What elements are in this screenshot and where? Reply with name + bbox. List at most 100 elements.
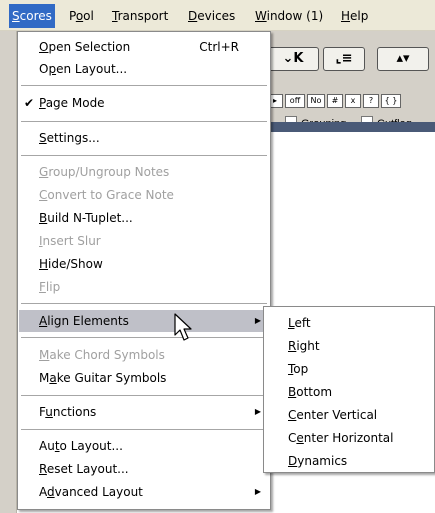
menu-pool-label-post: ol	[83, 9, 94, 23]
auto-layout-label-pre: Au	[39, 439, 55, 453]
dynamics-label-post: ynamics	[297, 454, 348, 468]
submenu-arrow-icon: ▶	[254, 316, 261, 325]
bottom-label-post: ottom	[296, 385, 333, 399]
open-layout-label-post: en Layout...	[56, 62, 128, 76]
menu-item-convert-to-grace-note[interactable]: Convert to Grace Note	[19, 184, 269, 206]
open-selection-label-post: pen Selection	[48, 40, 131, 54]
menu-window-label-mnemonic: W	[255, 9, 267, 23]
convert-grace-label-post: onvert to Grace Note	[47, 188, 174, 202]
functions-label-mnemonic: u	[45, 405, 53, 419]
advanced-layout-label-mnemonic: d	[47, 485, 55, 499]
menu-devices-label-post: evices	[197, 9, 236, 23]
menu-item-open-layout[interactable]: Open Layout...	[19, 58, 269, 80]
submenu-item-center-vertical[interactable]: Center Vertical	[288, 404, 377, 426]
submenu-arrow-icon: ▶	[254, 487, 261, 496]
menu-devices[interactable]: Devices	[188, 8, 235, 24]
menu-transport-label-post: ransport	[117, 9, 169, 23]
menu-scores-label-mnemonic: S	[12, 9, 20, 23]
reset-layout-label-post: eset Layout...	[46, 462, 129, 476]
tool-button-braces[interactable]: { }	[381, 94, 401, 108]
menu-help[interactable]: Help	[341, 8, 368, 24]
menu-item-reset-layout[interactable]: Reset Layout...	[19, 458, 269, 480]
menu-separator	[21, 85, 267, 86]
guitar-symbols-label-mnemonic: a	[49, 371, 57, 385]
center-vertical-label-post: enter Vertical	[296, 408, 378, 422]
submenu-item-dynamics[interactable]: Dynamics	[288, 450, 347, 472]
chord-symbols-label-post: ake Chord Symbols	[49, 348, 165, 362]
settings-label-mnemonic: S	[39, 131, 47, 145]
dynamics-label-mnemonic: D	[288, 454, 298, 468]
tool-button-no[interactable]: No	[307, 94, 325, 108]
menu-separator	[21, 303, 267, 304]
menu-separator	[21, 155, 267, 156]
menu-help-label-mnemonic: H	[341, 9, 351, 23]
menu-scores[interactable]: Scores	[9, 4, 55, 28]
submenu-item-left[interactable]: Left	[288, 312, 311, 334]
bottom-label-mnemonic: B	[288, 385, 297, 399]
flip-label-post: lip	[45, 280, 61, 294]
window-left-edge	[0, 31, 17, 513]
guitar-symbols-label-pre: M	[39, 371, 50, 385]
align-elements-label-post: lign Elements	[47, 314, 129, 328]
menu-separator	[21, 337, 267, 338]
open-layout-label-mnemonic: p	[48, 62, 57, 76]
menu-item-hide-show[interactable]: Hide/Show	[19, 253, 269, 275]
menu-item-make-chord-symbols[interactable]: Make Chord Symbols	[19, 344, 269, 366]
menu-separator	[21, 395, 267, 396]
left-label-post: eft	[294, 316, 311, 330]
menu-item-settings[interactable]: Settings...	[19, 127, 269, 149]
top-label-post: op	[293, 362, 309, 376]
menu-item-align-elements[interactable]: Align Elements ▶	[19, 310, 269, 332]
menu-item-auto-layout[interactable]: Auto Layout...	[19, 435, 269, 457]
menu-item-flip[interactable]: Flip	[19, 276, 269, 298]
menu-window[interactable]: Window (1)	[255, 8, 323, 24]
menu-item-insert-slur[interactable]: Insert Slur	[19, 230, 269, 252]
submenu-item-center-horizontal[interactable]: Center Horizontal	[288, 427, 394, 449]
menu-item-functions[interactable]: Functions ▶	[19, 401, 269, 423]
menu-item-page-mode[interactable]: ✔ Page Mode	[19, 92, 269, 114]
step-down-button[interactable]: ⌄K	[267, 47, 319, 71]
mouse-pointer-icon	[174, 313, 192, 341]
submenu-arrow-icon: ▶	[254, 407, 261, 416]
menu-help-label-post: elp	[350, 9, 369, 23]
build-tuplet-label-post: uild N-Tuplet...	[47, 211, 133, 225]
right-label-post: ight	[296, 339, 320, 353]
submenu-item-bottom[interactable]: Bottom	[288, 381, 332, 403]
insert-button[interactable]: ⌞≡	[323, 47, 365, 71]
submenu-item-top[interactable]: Top	[288, 358, 308, 380]
up-down-button[interactable]: ▴▾	[377, 47, 429, 71]
group-ungroup-label-post: roup/Ungroup Notes	[48, 165, 170, 179]
menu-item-advanced-layout[interactable]: Advanced Layout ▶	[19, 481, 269, 503]
menu-transport[interactable]: Transport	[112, 8, 168, 24]
submenu-item-right[interactable]: Right	[288, 335, 320, 357]
reset-layout-label-mnemonic: R	[39, 462, 47, 476]
menu-item-make-guitar-symbols[interactable]: Make Guitar Symbols	[19, 367, 269, 389]
tool-button-x[interactable]: x	[345, 94, 361, 108]
menu-devices-label-mnemonic: D	[188, 9, 198, 23]
menu-item-open-selection[interactable]: Open Selection Ctrl+R	[19, 36, 269, 58]
page-mode-label-post: age Mode	[45, 96, 105, 110]
menu-pool[interactable]: Pool	[69, 8, 94, 24]
tool-button-hash[interactable]: #	[327, 94, 343, 108]
score-toolbar: ⌄K ⌞≡ ▴▾ ▸ off No # x ? { } Grouping Cut…	[263, 31, 435, 131]
center-horizontal-label-mnemonic: e	[296, 431, 304, 445]
advanced-layout-label-pre: A	[39, 485, 47, 499]
hide-show-label-post: ide/Show	[48, 257, 103, 271]
hide-show-label-mnemonic: H	[39, 257, 49, 271]
menu-item-group-ungroup-notes[interactable]: Group/Ungroup Notes	[19, 161, 269, 183]
tool-button-question[interactable]: ?	[363, 94, 379, 108]
build-tuplet-label-mnemonic: B	[39, 211, 48, 225]
menu-pool-label-pre: P	[69, 9, 76, 23]
flip-label-mnemonic: F	[39, 280, 46, 294]
ruler-strip	[263, 122, 435, 132]
menu-item-build-n-tuplet[interactable]: Build N-Tuplet...	[19, 207, 269, 229]
menu-separator	[21, 429, 267, 430]
group-ungroup-label-mnemonic: G	[39, 165, 49, 179]
tool-button-off[interactable]: off	[285, 94, 305, 108]
functions-label-post: nctions	[52, 405, 97, 419]
settings-label-post: ettings...	[46, 131, 100, 145]
advanced-layout-label-post: vanced Layout	[54, 485, 143, 499]
menu-window-label-post: indow (1)	[266, 9, 324, 23]
chord-symbols-label-mnemonic: M	[39, 348, 50, 362]
check-icon: ✔	[24, 96, 35, 110]
